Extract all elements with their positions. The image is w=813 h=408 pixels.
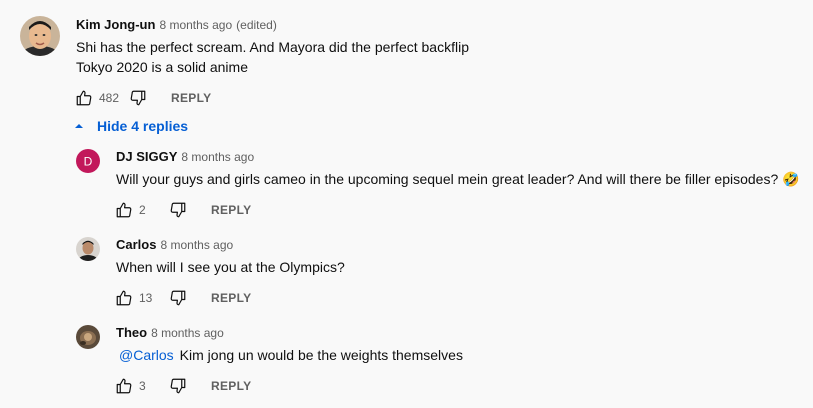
like-icon[interactable] <box>115 377 133 395</box>
timestamp[interactable]: 8 months ago <box>159 18 232 32</box>
like-icon[interactable] <box>115 201 133 219</box>
author-name[interactable]: DJ SIGGY <box>116 149 177 164</box>
avatar-letter: D <box>84 155 93 169</box>
reply-header: Carlos 8 months ago <box>116 237 233 252</box>
reply-header: Theo 8 months ago <box>116 325 224 340</box>
comment-text-line-2: Tokyo 2020 is a solid anime <box>76 59 248 75</box>
reply-actions: 13 REPLY <box>115 288 251 308</box>
reply-text-row: @Carlos Kim jong un would be the weights … <box>119 345 463 365</box>
hide-replies-button[interactable]: Hide 4 replies <box>74 118 188 134</box>
dislike-icon[interactable] <box>169 201 187 219</box>
hide-replies-label: Hide 4 replies <box>97 118 189 134</box>
comment-text-line-1: Shi has the perfect scream. And Mayora d… <box>76 39 469 55</box>
caret-up-icon <box>75 124 83 128</box>
comment-header: Kim Jong-un 8 months ago (edited) <box>76 17 277 32</box>
avatar[interactable] <box>76 325 100 349</box>
timestamp[interactable]: 8 months ago <box>160 238 233 252</box>
reply-actions: 3 REPLY <box>115 376 251 396</box>
reply-text: Kim jong un would be the weights themsel… <box>179 347 463 363</box>
timestamp[interactable]: 8 months ago <box>181 150 254 164</box>
edited-label: (edited) <box>236 18 277 32</box>
reply-actions: 2 REPLY <box>115 200 251 220</box>
like-count: 13 <box>139 291 153 305</box>
reply-text: Will your guys and girls cameo in the up… <box>116 171 800 187</box>
reply-header: DJ SIGGY 8 months ago <box>116 149 254 164</box>
author-name[interactable]: Carlos <box>116 237 156 252</box>
like-count: 2 <box>139 203 146 217</box>
mention-link[interactable]: @Carlos <box>119 347 174 363</box>
dislike-icon[interactable] <box>169 289 187 307</box>
author-name[interactable]: Kim Jong-un <box>76 17 155 32</box>
dislike-icon[interactable] <box>129 89 147 107</box>
reply-text: When will I see you at the Olympics? <box>116 259 345 275</box>
like-icon[interactable] <box>115 289 133 307</box>
timestamp[interactable]: 8 months ago <box>151 326 224 340</box>
reply-button[interactable]: REPLY <box>211 203 251 217</box>
author-name[interactable]: Theo <box>116 325 147 340</box>
like-icon[interactable] <box>75 89 93 107</box>
like-count: 482 <box>99 91 120 105</box>
reply-button[interactable]: REPLY <box>171 91 211 105</box>
reply-button[interactable]: REPLY <box>211 379 251 393</box>
dislike-icon[interactable] <box>169 377 187 395</box>
avatar[interactable] <box>20 16 60 56</box>
reply-button[interactable]: REPLY <box>211 291 251 305</box>
avatar[interactable]: D <box>76 149 100 173</box>
avatar[interactable] <box>76 237 100 261</box>
like-count: 3 <box>139 379 146 393</box>
comment-actions: 482 REPLY <box>75 88 211 108</box>
